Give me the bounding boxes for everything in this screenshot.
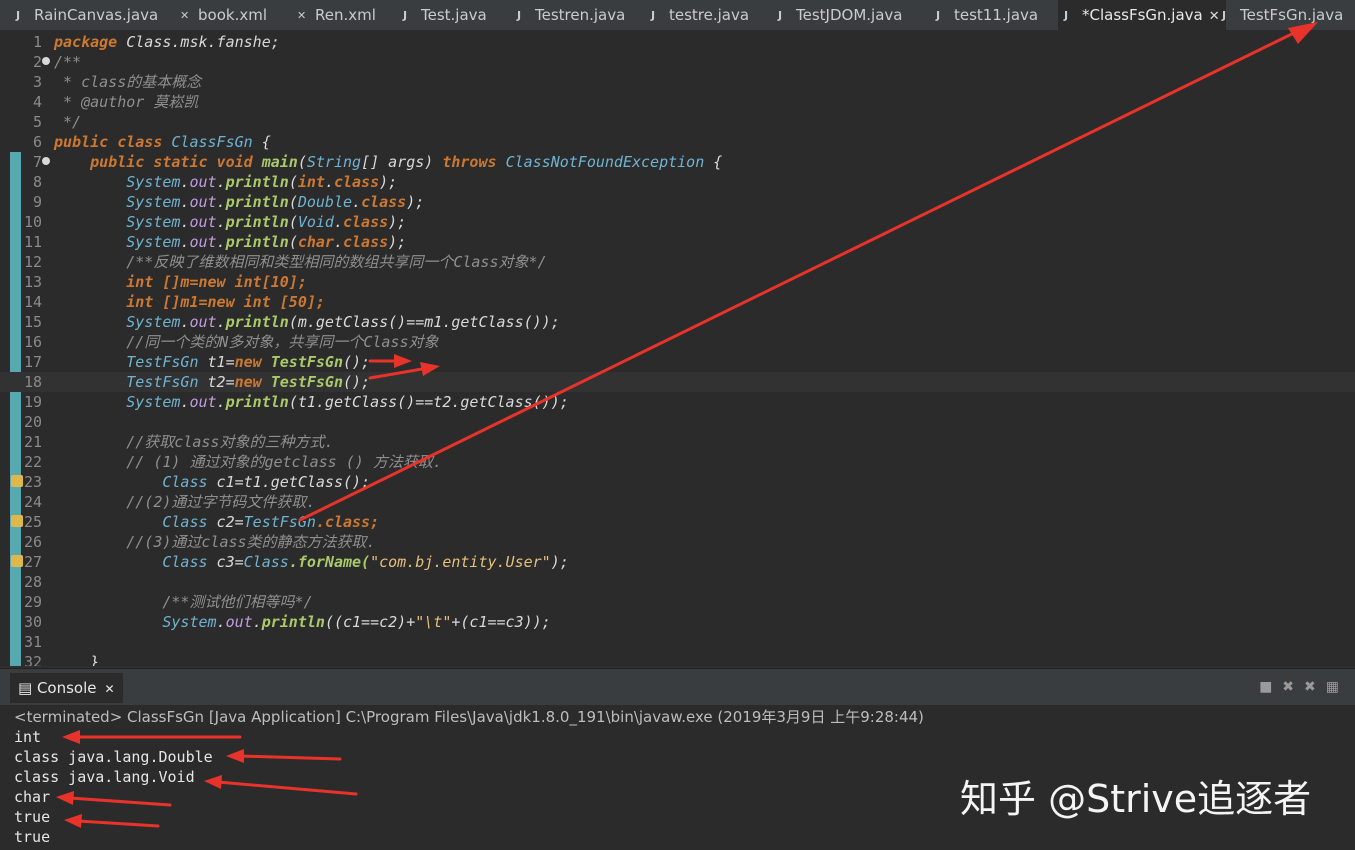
annotation-arrow <box>216 780 358 796</box>
annotation-arrows <box>56 22 1318 828</box>
arrowhead-icon <box>204 775 222 789</box>
annotation-arrow <box>298 28 1302 522</box>
annotation-arrow <box>76 819 160 828</box>
arrowhead-icon <box>64 814 82 828</box>
arrowhead-icon <box>56 791 74 805</box>
annotation-arrow <box>368 366 430 380</box>
arrowhead-icon <box>420 362 440 376</box>
arrowhead-icon <box>226 749 244 763</box>
arrowhead-icon <box>1288 22 1318 44</box>
annotation-arrow <box>238 754 342 761</box>
arrowhead-icon <box>62 730 80 744</box>
arrowhead-icon <box>394 354 412 368</box>
annotation-arrow <box>68 796 172 807</box>
